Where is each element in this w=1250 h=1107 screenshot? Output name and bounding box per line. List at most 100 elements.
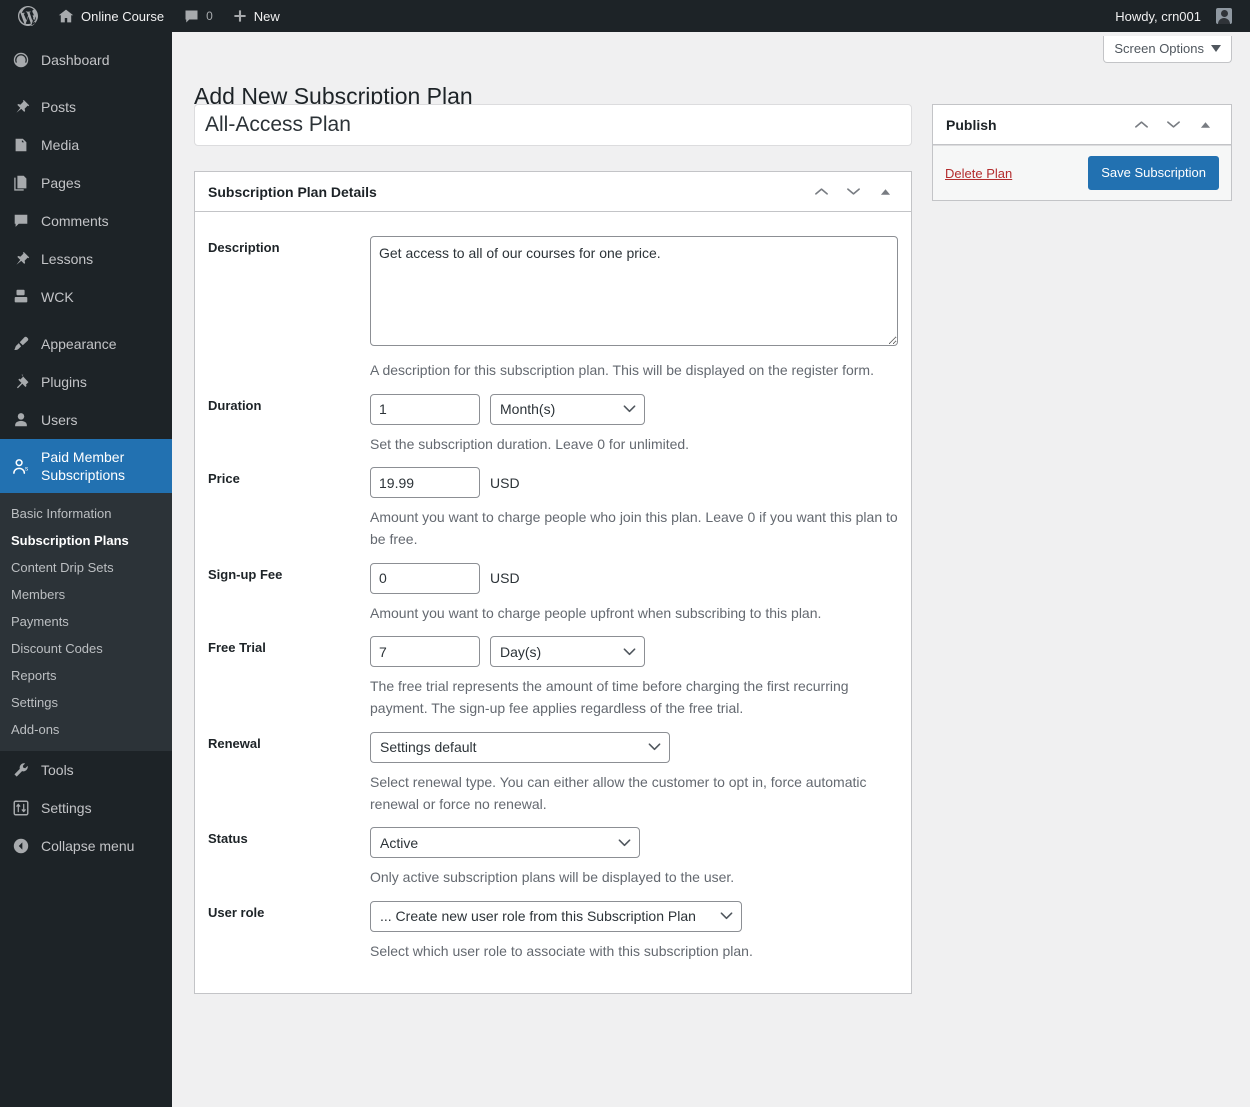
field-price: Price USD Amount you want to charge peop… [208,455,899,550]
publish-actions: Delete Plan Save Subscription [933,145,1231,201]
avatar [1216,8,1232,24]
paid-member-subscriptions-submenu: Basic Information Subscription Plans Con… [0,493,172,752]
svg-text:s: s [24,465,28,472]
submenu-item-basic-information[interactable]: Basic Information [0,500,172,527]
my-account-menu[interactable]: Howdy, crn001 [1105,0,1242,32]
submenu-item-settings[interactable]: Settings [0,689,172,716]
panel-header: Subscription Plan Details [195,172,911,212]
free-trial-input[interactable] [370,636,480,668]
field-label: Status [208,831,248,847]
field-help-text: Set the subscription duration. Leave 0 f… [370,435,690,452]
new-content-button[interactable]: New [223,0,290,32]
panel-toggle-button[interactable] [871,178,899,206]
move-down-button[interactable] [839,178,867,206]
duration-input[interactable] [370,393,480,425]
field-label: Price [208,471,240,487]
admin-sidebar: Dashboard Posts Media Pages Comments Les… [0,32,172,1107]
status-select[interactable]: Active [370,827,640,859]
sidebar-item-label: Pages [41,174,81,191]
description-textarea[interactable]: Get access to all of our courses for one… [370,236,898,346]
site-name-menu[interactable]: Online Course [48,0,174,32]
main-content: Screen Options Add New Subscription Plan… [172,32,1250,1107]
submenu-item-subscription-plans[interactable]: Subscription Plans [0,527,172,554]
screen-options-tab[interactable]: Screen Options [1103,36,1232,63]
field-label: Duration [208,397,262,413]
save-subscription-button[interactable]: Save Subscription [1088,156,1219,191]
field-status: Status Active Only active subscription p… [208,815,899,889]
sidebar-item-dashboard[interactable]: Dashboard [0,41,172,79]
sidebar-item-label: Lessons [41,250,94,267]
move-down-button[interactable] [1159,111,1187,139]
sidebar-item-appearance[interactable]: Appearance [0,325,172,363]
pin-icon [11,97,31,117]
site-name-label: Online Course [81,8,165,24]
sidebar-item-users[interactable]: Users [0,401,172,439]
submenu-item-payments[interactable]: Payments [0,608,172,635]
media-icon [11,135,31,155]
sidebar-item-wck[interactable]: WCK [0,278,172,316]
sidebar-item-paid-member-subscriptions[interactable]: s Paid Member Subscriptions [0,439,172,494]
field-help-text: Amount you want to charge people who joi… [370,509,898,548]
signup-fee-input[interactable] [370,562,480,594]
sidebar-item-plugins[interactable]: Plugins [0,363,172,401]
screen-options-label: Screen Options [1114,41,1204,56]
field-signup-fee: Sign-up Fee USD Amount you want to charg… [208,551,899,625]
sidebar-item-tools[interactable]: Tools [0,751,172,789]
field-renewal: Renewal Settings default Select renewal … [208,720,899,815]
submenu-item-content-drip-sets[interactable]: Content Drip Sets [0,554,172,581]
sidebar-item-label: Posts [41,98,77,115]
submenu-item-reports[interactable]: Reports [0,662,172,689]
sidebar-item-pages[interactable]: Pages [0,164,172,202]
pages-icon [11,173,31,193]
move-up-button[interactable] [1127,111,1155,139]
submenu-item-discount-codes[interactable]: Discount Codes [0,635,172,662]
pin-icon [11,249,31,269]
sidebar-item-lessons[interactable]: Lessons [0,240,172,278]
field-help-text: Select renewal type. You can either allo… [370,773,867,812]
free-trial-unit-select[interactable]: Day(s) [490,636,645,668]
price-input[interactable] [370,467,480,499]
sidebar-item-label: Comments [41,212,109,229]
collapse-menu-button[interactable]: Collapse menu [0,827,172,865]
field-label: User role [208,904,265,920]
sidebar-item-settings[interactable]: Settings [0,789,172,827]
user-icon [11,410,31,430]
field-free-trial: Free Trial Day(s) [208,624,899,719]
plan-title-input[interactable] [194,104,912,146]
comment-icon [11,211,31,231]
subscription-plan-details-panel: Subscription Plan Details Description Ge… [194,171,912,994]
sidebar-item-posts[interactable]: Posts [0,88,172,126]
sidebar-item-media[interactable]: Media [0,126,172,164]
paid-member-icon: s [11,456,31,476]
comment-bubble-icon [184,9,199,24]
wck-icon [11,287,31,307]
admin-bar: Online Course 0 New Howdy, crn001 [0,0,1250,32]
renewal-select[interactable]: Settings default [370,731,670,763]
duration-unit-select[interactable]: Month(s) [490,393,645,425]
move-up-button[interactable] [807,178,835,206]
sidebar-item-comments[interactable]: Comments [0,202,172,240]
settings-sliders-icon [11,798,31,818]
field-label: Free Trial [208,640,266,656]
field-label: Sign-up Fee [208,566,283,582]
sidebar-item-label: Tools [41,762,74,779]
delete-plan-link[interactable]: Delete Plan [945,166,1012,181]
field-help-text: Select which user role to associate with… [370,942,753,959]
field-help-text: The free trial represents the amount of … [370,678,849,717]
user-role-select[interactable]: ... Create new user role from this Subsc… [370,900,742,932]
panel-body: Description Get access to all of our cou… [195,212,911,993]
wordpress-logo-icon [18,6,38,26]
field-duration: Duration Month(s) [208,382,899,456]
publish-panel: Publish Delete Plan Save Subscription [932,104,1232,202]
primary-column: Subscription Plan Details Descrip [194,104,912,994]
submenu-item-members[interactable]: Members [0,581,172,608]
submenu-item-add-ons[interactable]: Add-ons [0,716,172,743]
comments-button[interactable]: 0 [174,0,223,32]
howdy-label: Howdy, crn001 [1115,8,1201,24]
price-currency-label: USD [490,474,520,491]
publish-panel-toggle-button[interactable] [1191,111,1219,139]
wordpress-logo-button[interactable] [8,0,48,32]
sidebar-item-label: Dashboard [41,51,110,68]
sidebar-item-label: WCK [41,288,74,305]
sidebar-item-label: Media [41,136,80,153]
